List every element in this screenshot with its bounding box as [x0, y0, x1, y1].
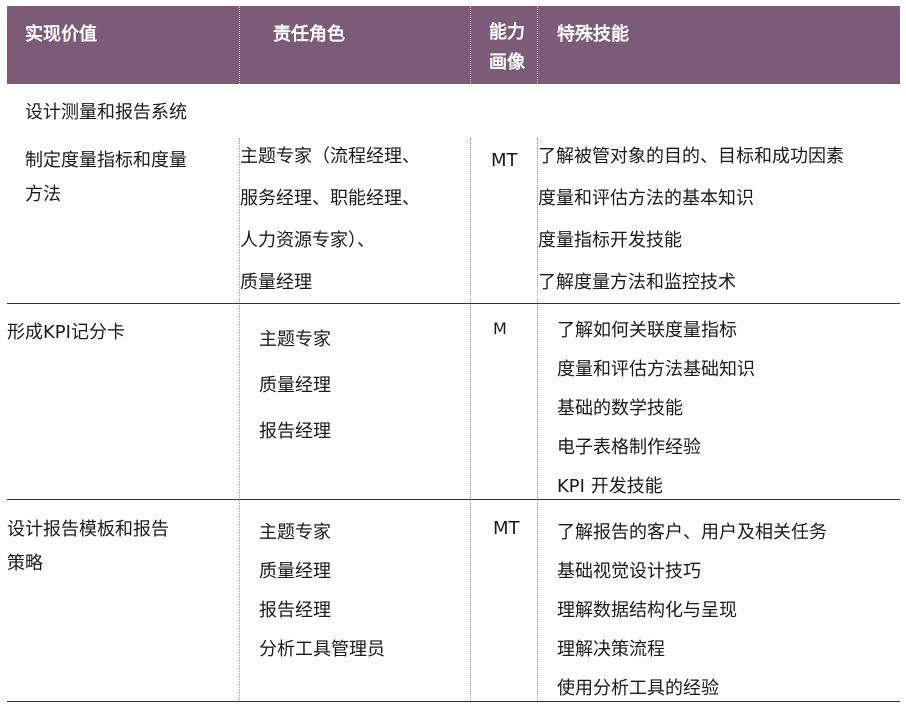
header-profile-line1: 能力	[489, 22, 525, 43]
column-divider	[470, 138, 471, 702]
row1-roles: 主题专家（流程经理、 服务经理、职能经理、 人力资源专家）、 质量经理	[240, 136, 420, 304]
row1-role: 主题专家（流程经理、	[240, 146, 420, 167]
row1-skill: 了解被管对象的目的、目标和成功因素	[538, 146, 844, 167]
row2-skill: 基础的数学技能	[557, 398, 683, 419]
section-title: 设计测量和报告系统	[25, 102, 187, 123]
row3-role: 主题专家	[259, 522, 331, 543]
row2-value: 形成KPI记分卡	[7, 322, 125, 343]
header-skills: 特殊技能	[557, 24, 629, 45]
header-divider	[537, 6, 538, 84]
row2-role: 质量经理	[259, 375, 331, 396]
row3-skills: 了解报告的客户、用户及相关任务 基础视觉设计技巧 理解数据结构化与呈现 理解决策…	[557, 513, 827, 708]
header-divider	[239, 6, 240, 84]
header-value: 实现价值	[25, 24, 97, 45]
row3-role: 质量经理	[259, 561, 331, 582]
row3-profile: MT	[493, 518, 520, 539]
row2-role: 主题专家	[259, 329, 331, 350]
row1-profile: MT	[491, 150, 518, 171]
row3-role: 报告经理	[259, 600, 331, 621]
row1-value-line1: 制定度量指标和度量	[25, 150, 187, 171]
row1-value-line2: 方法	[25, 184, 61, 205]
row2-skills: 了解如何关联度量指标 度量和评估方法基础知识 基础的数学技能 电子表格制作经验 …	[557, 311, 755, 506]
table-header: 实现价值 责任角色 能力 画像 特殊技能	[7, 6, 900, 84]
row3-value-line1: 设计报告模板和报告	[7, 519, 169, 540]
row1-skill: 度量和评估方法的基本知识	[538, 188, 754, 209]
row3-skill: 使用分析工具的经验	[557, 678, 719, 699]
row2-role: 报告经理	[259, 421, 331, 442]
row1-skill: 了解度量方法和监控技术	[538, 272, 736, 293]
row1-role: 质量经理	[240, 272, 312, 293]
row-divider	[7, 499, 900, 500]
row2-skill: 了解如何关联度量指标	[557, 320, 737, 341]
row2-skill: 度量和评估方法基础知识	[557, 359, 755, 380]
header-roles: 责任角色	[273, 24, 345, 45]
row1-skill: 度量指标开发技能	[538, 230, 682, 251]
row3-roles: 主题专家 质量经理 报告经理 分析工具管理员	[259, 513, 385, 669]
row3-skill: 了解报告的客户、用户及相关任务	[557, 522, 827, 543]
row-divider	[7, 303, 900, 304]
capability-table: 实现价值 责任角色 能力 画像 特殊技能 设计测量和报告系统 制定度量指标和度量…	[7, 6, 900, 702]
row3-value-line2: 策略	[7, 553, 43, 574]
row2-skill: 电子表格制作经验	[557, 437, 701, 458]
row1-value: 制定度量指标和度量 方法	[25, 144, 187, 212]
row-divider	[7, 701, 900, 702]
row2-skill: KPI 开发技能	[557, 476, 663, 497]
row2-roles: 主题专家 质量经理 报告经理	[259, 317, 331, 455]
row1-role: 服务经理、职能经理、	[240, 188, 420, 209]
row1-skills: 了解被管对象的目的、目标和成功因素 度量和评估方法的基本知识 度量指标开发技能 …	[538, 136, 844, 304]
header-profile-line2: 画像	[489, 52, 525, 73]
row3-skill: 理解决策流程	[557, 639, 665, 660]
header-profile: 能力 画像	[489, 18, 525, 78]
row3-value: 设计报告模板和报告 策略	[7, 513, 169, 581]
row1-role: 人力资源专家）、	[240, 230, 375, 251]
header-divider	[470, 6, 471, 84]
row3-skill: 基础视觉设计技巧	[557, 561, 701, 582]
row2-profile: M	[493, 319, 507, 338]
row3-skill: 理解数据结构化与呈现	[557, 600, 737, 621]
row3-role: 分析工具管理员	[259, 639, 385, 660]
